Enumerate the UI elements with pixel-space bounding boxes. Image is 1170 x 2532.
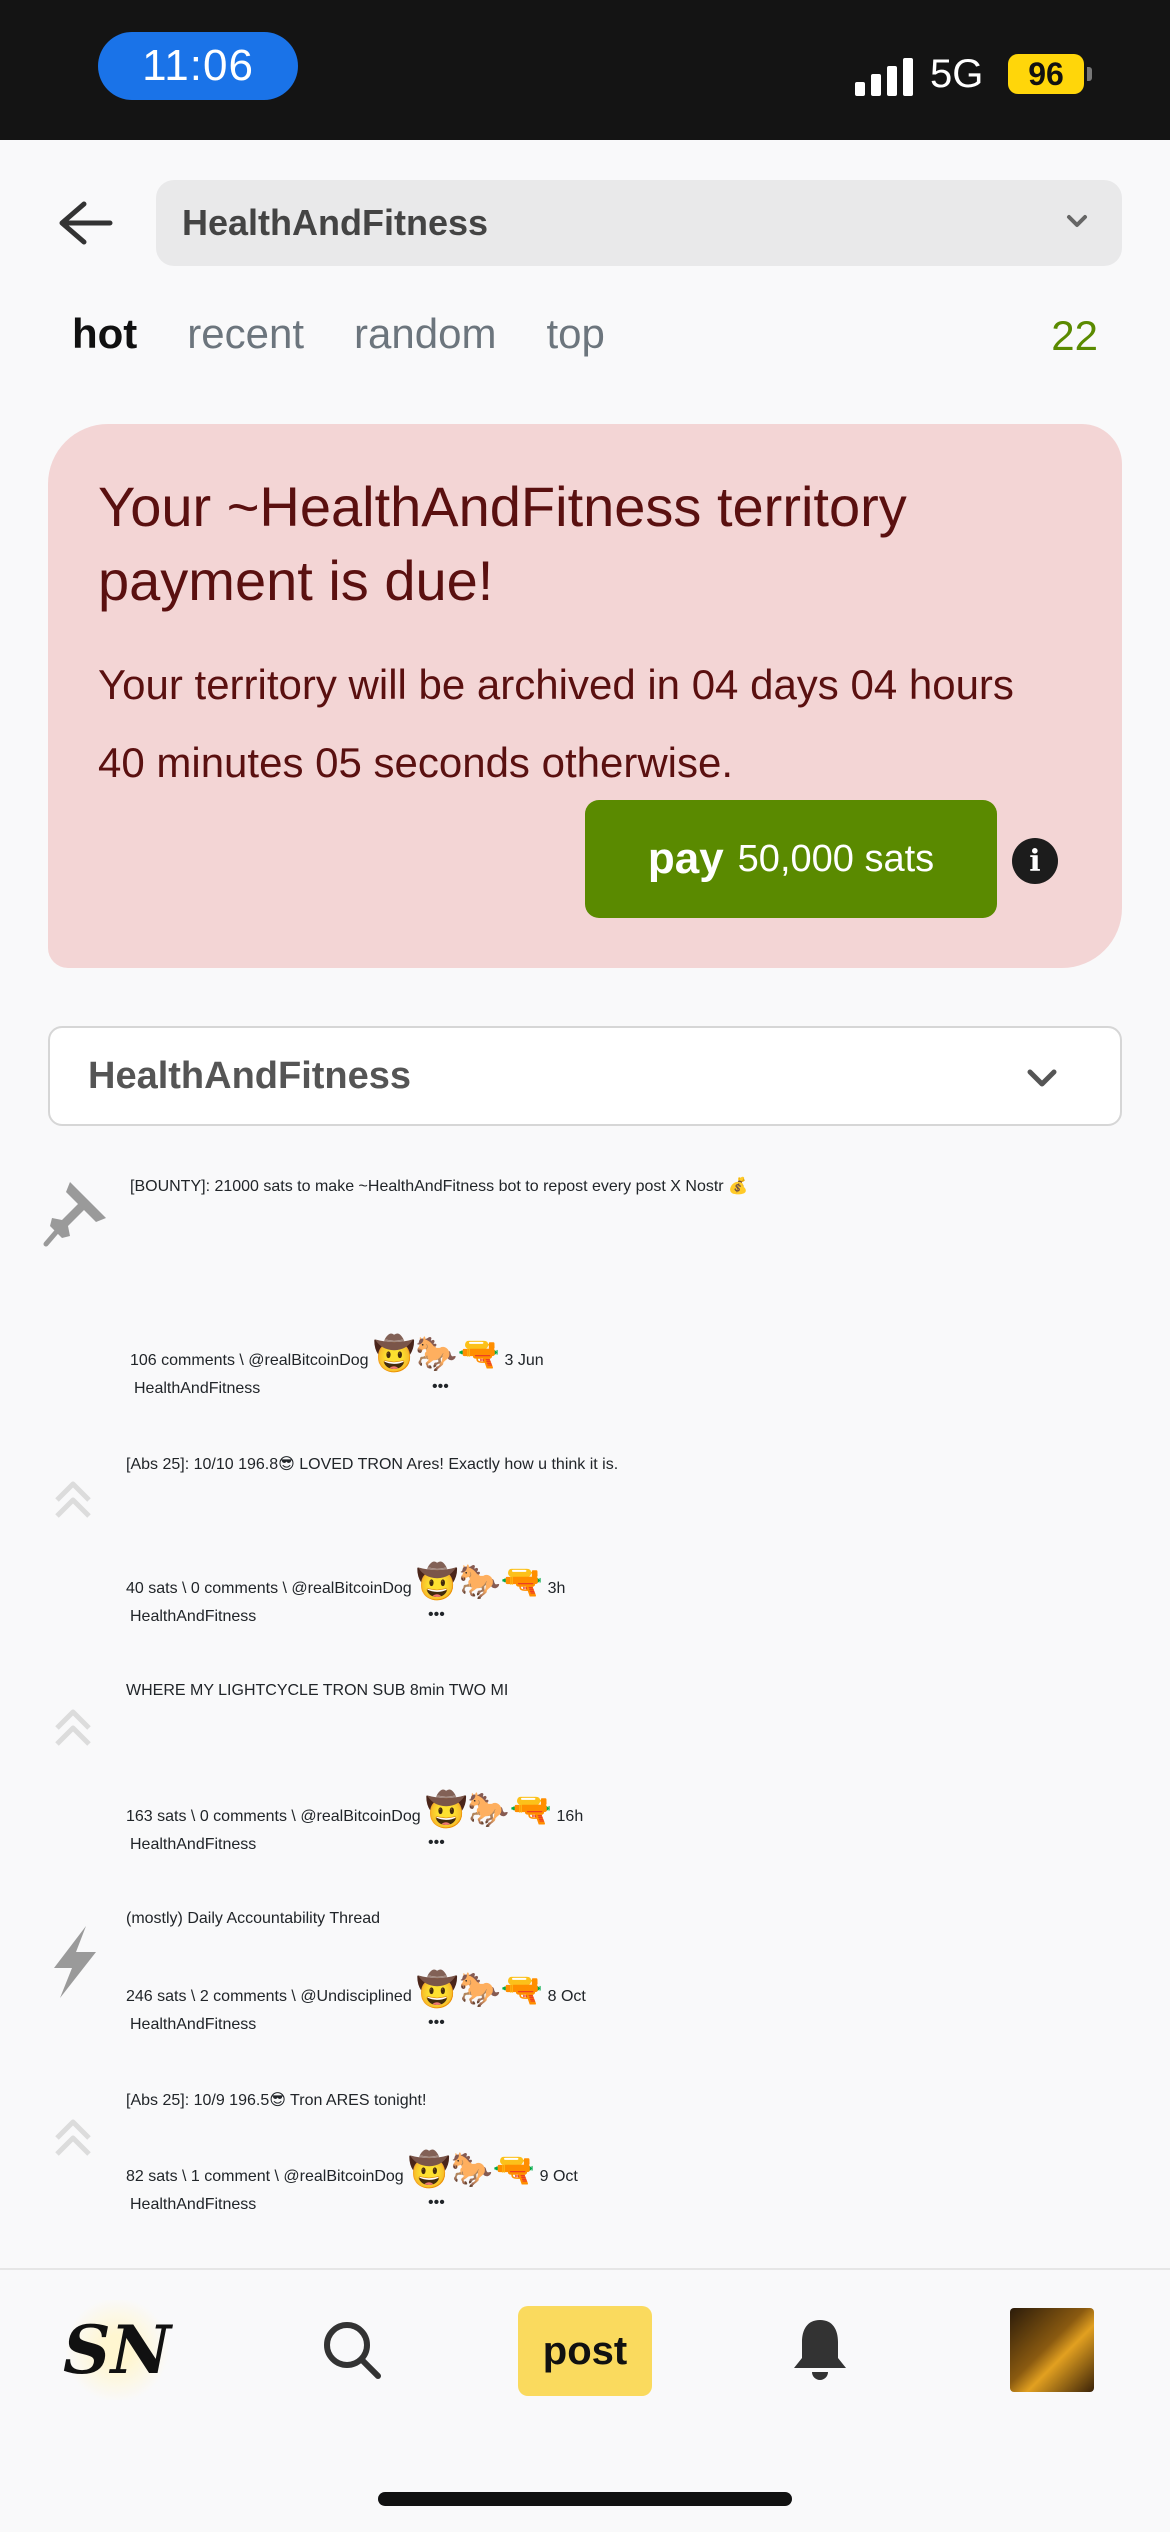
item-stats: 40 sats \ 0 comments \ bbox=[126, 1580, 287, 1597]
chevron-down-icon bbox=[1027, 1069, 1057, 1087]
upvote-icon[interactable] bbox=[52, 2116, 94, 2158]
item-author[interactable]: @realBitcoinDog bbox=[291, 1580, 411, 1597]
home-indicator bbox=[378, 2492, 792, 2506]
tab-top[interactable]: top bbox=[546, 310, 604, 358]
pay-amount: 50,000 sats bbox=[737, 837, 935, 880]
item-stats: 106 comments \ bbox=[130, 1352, 244, 1369]
battery-tip bbox=[1087, 67, 1092, 81]
item-stats: 82 sats \ 1 comment \ bbox=[126, 2168, 279, 2185]
item-author[interactable]: @realBitcoinDog bbox=[283, 2168, 403, 2185]
more-options-icon[interactable]: ••• bbox=[428, 1834, 445, 1852]
tab-hot[interactable]: hot bbox=[72, 310, 137, 358]
item-time[interactable]: 16h bbox=[557, 1808, 584, 1825]
pay-label: pay bbox=[647, 834, 724, 883]
item-meta: 106 comments \ @realBitcoinDog 🤠🐎🔫 3 Jun bbox=[130, 1334, 544, 1374]
hat-icons: 🤠🐎🔫 bbox=[425, 1791, 553, 1829]
back-arrow-icon[interactable] bbox=[54, 198, 114, 248]
status-time: 11:06 bbox=[98, 32, 298, 100]
network-label: 5G bbox=[930, 52, 984, 96]
item-title[interactable]: (mostly) Daily Accountability Thread bbox=[126, 1910, 380, 1928]
hat-icons: 🤠🐎🔫 bbox=[373, 1335, 501, 1373]
item-author[interactable]: @realBitcoinDog bbox=[248, 1352, 368, 1369]
upvote-icon[interactable] bbox=[52, 1478, 94, 1520]
territory-count[interactable]: 22 bbox=[1051, 312, 1098, 360]
alert-text: Your territory will be archived in 04 da… bbox=[98, 661, 1014, 786]
avatar[interactable] bbox=[1010, 2308, 1094, 2392]
search-icon[interactable] bbox=[320, 2318, 384, 2382]
hat-icons: 🤠🐎🔫 bbox=[416, 1971, 544, 2009]
tab-random[interactable]: random bbox=[354, 310, 496, 358]
item-title[interactable]: [Abs 25]: 10/9 196.5😎 Tron ARES tonight! bbox=[126, 2090, 426, 2110]
item-time[interactable]: 3h bbox=[548, 1580, 566, 1597]
hat-icons: 🤠🐎🔫 bbox=[408, 2151, 536, 2189]
upvote-icon[interactable] bbox=[52, 1706, 94, 1748]
territory-select-header[interactable]: HealthAndFitness bbox=[156, 180, 1122, 266]
pin-icon bbox=[43, 1182, 106, 1247]
item-meta: 246 sats \ 2 comments \ @Undisciplined 🤠… bbox=[126, 1970, 586, 2010]
chevron-down-icon bbox=[1067, 215, 1087, 227]
territory-badge[interactable]: HealthAndFitness bbox=[134, 1380, 260, 1398]
alert-title: Your ~HealthAndFitness territory payment… bbox=[98, 475, 907, 612]
item-time[interactable]: 3 Jun bbox=[505, 1352, 544, 1369]
item-stats: 246 sats \ 2 comments \ bbox=[126, 1988, 296, 2005]
sort-tabs: hot recent random top bbox=[72, 310, 605, 358]
pay-button[interactable]: pay 50,000 sats bbox=[585, 800, 997, 918]
bell-icon[interactable] bbox=[790, 2316, 850, 2382]
item-title[interactable]: WHERE MY LIGHTCYCLE TRON SUB 8min TWO MI bbox=[126, 1682, 508, 1700]
item-title[interactable]: [BOUNTY]: 21000 sats to make ~HealthAndF… bbox=[130, 1176, 748, 1196]
item-stats: 163 sats \ 0 comments \ bbox=[126, 1808, 296, 1825]
post-button[interactable]: post bbox=[518, 2306, 652, 2396]
status-bar: 11:06 5G 96 bbox=[0, 0, 1170, 140]
item-time[interactable]: 8 Oct bbox=[548, 1988, 586, 2005]
territory-select-value: HealthAndFitness bbox=[88, 1054, 412, 1097]
territory-badge[interactable]: HealthAndFitness bbox=[130, 2196, 256, 2214]
more-options-icon[interactable]: ••• bbox=[428, 1606, 445, 1624]
info-icon[interactable]: i bbox=[1012, 838, 1058, 884]
more-options-icon[interactable]: ••• bbox=[432, 1378, 449, 1396]
territory-select[interactable]: HealthAndFitness bbox=[48, 1026, 1122, 1126]
more-options-icon[interactable]: ••• bbox=[428, 2194, 445, 2212]
item-meta: 82 sats \ 1 comment \ @realBitcoinDog 🤠🐎… bbox=[126, 2150, 578, 2190]
territory-select-value: HealthAndFitness bbox=[182, 202, 489, 243]
more-options-icon[interactable]: ••• bbox=[428, 2014, 445, 2032]
hat-icons: 🤠🐎🔫 bbox=[416, 1563, 544, 1601]
territory-badge[interactable]: HealthAndFitness bbox=[130, 1836, 256, 1854]
territory-badge[interactable]: HealthAndFitness bbox=[130, 1608, 256, 1626]
item-meta: 40 sats \ 0 comments \ @realBitcoinDog 🤠… bbox=[126, 1562, 565, 1602]
sn-logo[interactable]: SN bbox=[62, 2300, 172, 2400]
item-author[interactable]: @Undisciplined bbox=[300, 1988, 411, 2005]
territory-badge[interactable]: HealthAndFitness bbox=[130, 2016, 256, 2034]
bolt-icon[interactable] bbox=[46, 1924, 102, 2000]
tab-recent[interactable]: recent bbox=[187, 310, 304, 358]
item-title[interactable]: [Abs 25]: 10/10 196.8😎 LOVED TRON Ares! … bbox=[126, 1454, 618, 1474]
battery-icon: 96 bbox=[1008, 54, 1084, 94]
item-author[interactable]: @realBitcoinDog bbox=[300, 1808, 420, 1825]
item-meta: 163 sats \ 0 comments \ @realBitcoinDog … bbox=[126, 1790, 583, 1830]
item-time[interactable]: 9 Oct bbox=[540, 2168, 578, 2185]
signal-icon bbox=[855, 58, 913, 96]
